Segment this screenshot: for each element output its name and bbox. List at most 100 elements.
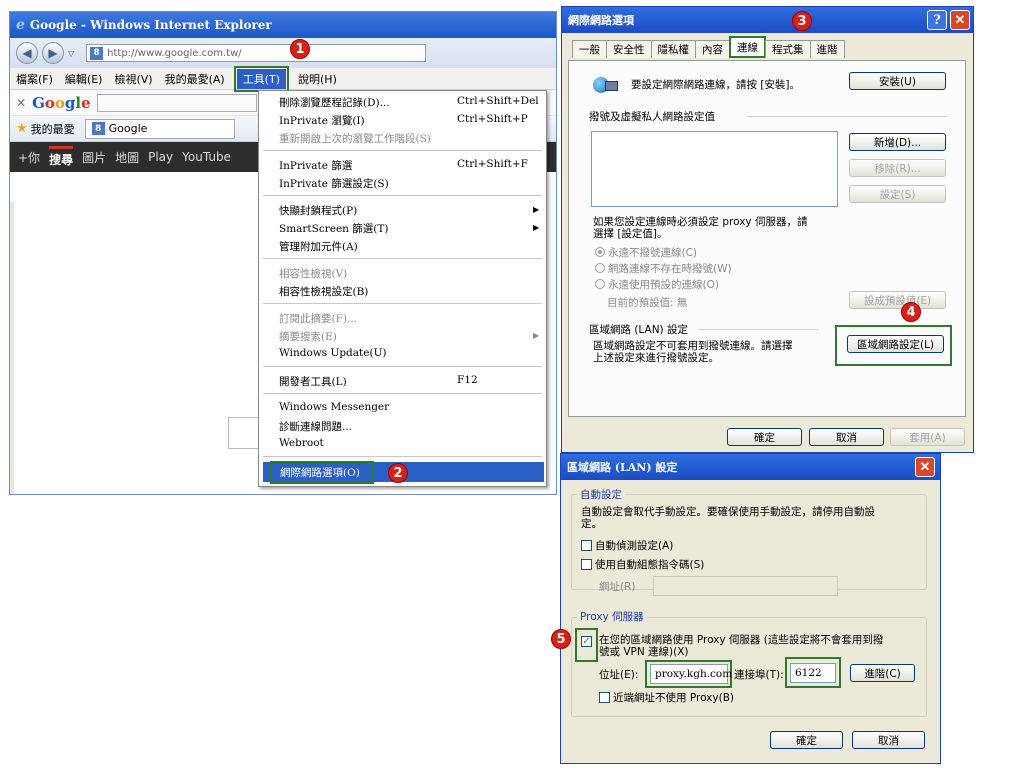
add-button[interactable]: 新增(D)...	[849, 133, 946, 151]
radio-always-icon	[595, 279, 605, 289]
tools-menu-item[interactable]: Windows Update(U)	[279, 347, 387, 359]
lan-close-button[interactable]: ✕	[915, 457, 935, 477]
proxy-port-input[interactable]: 6122	[790, 663, 836, 683]
step-badge-1: 1	[290, 39, 310, 59]
tools-menu-shortcut: Ctrl+Shift+F	[457, 158, 528, 170]
gbar-play[interactable]: Play	[148, 150, 173, 164]
gbar-search[interactable]: 搜尋	[49, 146, 74, 168]
radio-dial-when-no-connection[interactable]: 網路連線不存在時撥號(W)	[595, 261, 732, 276]
tools-menu-item[interactable]: 相容性檢視設定(B)	[279, 284, 368, 299]
proxy-group-label: Proxy 伺服器	[577, 609, 647, 624]
tools-menu-item[interactable]: 摘要搜索(E)	[279, 329, 337, 344]
gbar-plus[interactable]: +你	[18, 149, 40, 166]
radio-never-dial-icon	[595, 247, 605, 257]
options-ok-button[interactable]: 確定	[727, 428, 802, 446]
browser-tab[interactable]: 8 Google	[84, 118, 235, 139]
connections-listbox[interactable]	[591, 131, 838, 207]
use-proxy-checkbox[interactable]: ✓	[581, 636, 592, 647]
tab-privacy[interactable]: 隱私權	[650, 40, 696, 58]
favorites-button[interactable]: ★ 我的最愛	[16, 121, 75, 137]
google-search-input[interactable]	[96, 93, 257, 112]
close-toolbar-icon[interactable]: ✕	[16, 96, 26, 110]
forward-icon[interactable]: ▶	[42, 42, 64, 64]
help-button[interactable]: ?	[927, 10, 947, 30]
proxy-port-label: 連接埠(T):	[734, 669, 784, 681]
tools-menu-item[interactable]: 開發者工具(L)	[279, 374, 347, 389]
tab-connections[interactable]: 連線	[729, 36, 766, 58]
auto-group-label: 自動設定	[577, 487, 625, 502]
options-cancel-button[interactable]: 取消	[809, 428, 884, 446]
lan-group-label: 區域網路 (LAN) 設定	[589, 324, 688, 336]
ie-menu-bar: 檔案(F) 編輯(E) 檢視(V) 我的最愛(A) 工具(T) 說明(H)	[10, 65, 556, 92]
tab-label: Google	[108, 122, 148, 135]
options-apply-button[interactable]: 套用(A)	[890, 428, 965, 446]
auto-detect-checkbox[interactable]: 自動偵測設定(A)	[581, 538, 673, 553]
tools-menu-item[interactable]: InPrivate 瀏覽(I)	[279, 113, 365, 128]
address-bar[interactable]: 8 http://www.google.com.tw/	[86, 44, 427, 62]
lan-title: 區域網路 (LAN) 設定	[567, 461, 678, 474]
script-address-input[interactable]	[653, 576, 838, 596]
tools-menu-item[interactable]: 重新開啟上次的瀏覽工作階段(S)	[279, 131, 431, 146]
remove-button[interactable]: 移除(R)...	[849, 159, 946, 177]
internet-options-dialog: 網際網路選項 ? ✕ 一般 安全性 隱私權 內容 連線 程式集 進階 要設定網際…	[561, 6, 974, 453]
history-dropdown-icon[interactable]: ▽	[68, 49, 74, 58]
auto-detect-check-icon	[581, 540, 592, 551]
tools-menu-item[interactable]: 刪除瀏覽歷程記錄(D)...	[279, 95, 390, 110]
submenu-arrow-icon: ▶	[533, 331, 540, 340]
tools-menu-item[interactable]: 相容性檢視(V)	[279, 266, 347, 281]
connections-panel: 要設定網際網路連線，請按 [安裝]。 安裝(U) 撥號及虛擬私人網路設定值 新增…	[568, 60, 966, 417]
tools-menu-item[interactable]: Windows Messenger	[279, 401, 389, 413]
menu-tools[interactable]: 工具(T)	[233, 65, 290, 92]
tab-general[interactable]: 一般	[572, 40, 607, 58]
gbar-maps[interactable]: 地圖	[115, 149, 139, 166]
setup-button[interactable]: 安裝(U)	[849, 72, 946, 90]
auto-script-checkbox[interactable]: 使用自動組態指令碼(S)	[581, 557, 704, 572]
lan-note-2: 上述設定來進行撥號設定。	[593, 352, 719, 364]
internet-options-menu-item[interactable]: 網際網路選項(O)	[270, 461, 374, 484]
tools-menu-item[interactable]: 快顯封鎖程式(P)	[279, 203, 357, 218]
menu-favorites[interactable]: 我的最愛(A)	[165, 71, 225, 87]
lan-settings-button[interactable]: 區域網路設定(L)	[847, 335, 944, 353]
menu-edit[interactable]: 編輯(E)	[65, 71, 103, 87]
network-globe-icon	[591, 75, 619, 95]
radio-always-dial[interactable]: 永遠使用預設的連線(O)	[595, 277, 719, 292]
favorites-label: 我的最愛	[30, 122, 75, 136]
radio-never-dial[interactable]: 永遠不撥號連線(C)	[595, 245, 697, 260]
back-icon[interactable]: ◀	[16, 42, 38, 64]
options-close-button[interactable]: ✕	[950, 10, 970, 30]
proxy-note-2: 選擇 [設定值]。	[593, 228, 668, 240]
set-default-button[interactable]: 設成預設值(E)	[849, 291, 946, 309]
lan-cancel-button[interactable]: 取消	[852, 731, 925, 749]
tools-menu-separator	[263, 366, 542, 367]
tools-menu-item[interactable]: InPrivate 篩選	[279, 158, 352, 173]
tab-content[interactable]: 內容	[695, 40, 730, 58]
step-badge-4: 4	[901, 302, 921, 322]
step-badge-3: 3	[792, 11, 812, 31]
setup-text: 要設定網際網路連線，請按 [安裝]。	[631, 79, 801, 91]
proxy-advanced-button[interactable]: 進階(C)	[850, 664, 915, 682]
lan-ok-button[interactable]: 確定	[770, 731, 843, 749]
address-text: http://www.google.com.tw/	[107, 47, 242, 59]
tools-menu-item[interactable]: SmartScreen 篩選(T)	[279, 221, 388, 236]
bypass-local-checkbox[interactable]: 近端網址不使用 Proxy(B)	[599, 690, 734, 705]
menu-file[interactable]: 檔案(F)	[16, 71, 53, 87]
menu-help[interactable]: 說明(H)	[298, 71, 337, 87]
menu-view[interactable]: 檢視(V)	[114, 71, 152, 87]
tools-menu-item[interactable]: 訂閱此摘要(F)...	[279, 311, 357, 326]
tools-menu-item[interactable]: 診斷連線問題...	[279, 419, 352, 434]
tools-menu-item[interactable]: InPrivate 篩選設定(S)	[279, 176, 389, 191]
tools-menu-item[interactable]: Webroot	[279, 437, 324, 449]
tab-security[interactable]: 安全性	[606, 40, 652, 58]
options-title-bar: 網際網路選項 ? ✕	[562, 7, 973, 33]
tools-menu-item[interactable]: 管理附加元件(A)	[279, 239, 358, 254]
settings-button[interactable]: 設定(S)	[849, 185, 946, 203]
tab-advanced[interactable]: 進階	[809, 40, 845, 58]
tab-programs[interactable]: 程式集	[765, 40, 811, 58]
tools-menu-shortcut: Ctrl+Shift+Del	[457, 95, 539, 107]
gbar-youtube[interactable]: YouTube	[182, 150, 231, 164]
step-badge-5: 5	[551, 629, 571, 649]
dialup-group-label: 撥號及虛擬私人網路設定值	[589, 111, 715, 123]
gbar-images[interactable]: 圖片	[82, 149, 106, 166]
proxy-address-input[interactable]: proxy.kgh.com	[650, 664, 732, 684]
site-favicon-icon: 8	[90, 46, 104, 60]
